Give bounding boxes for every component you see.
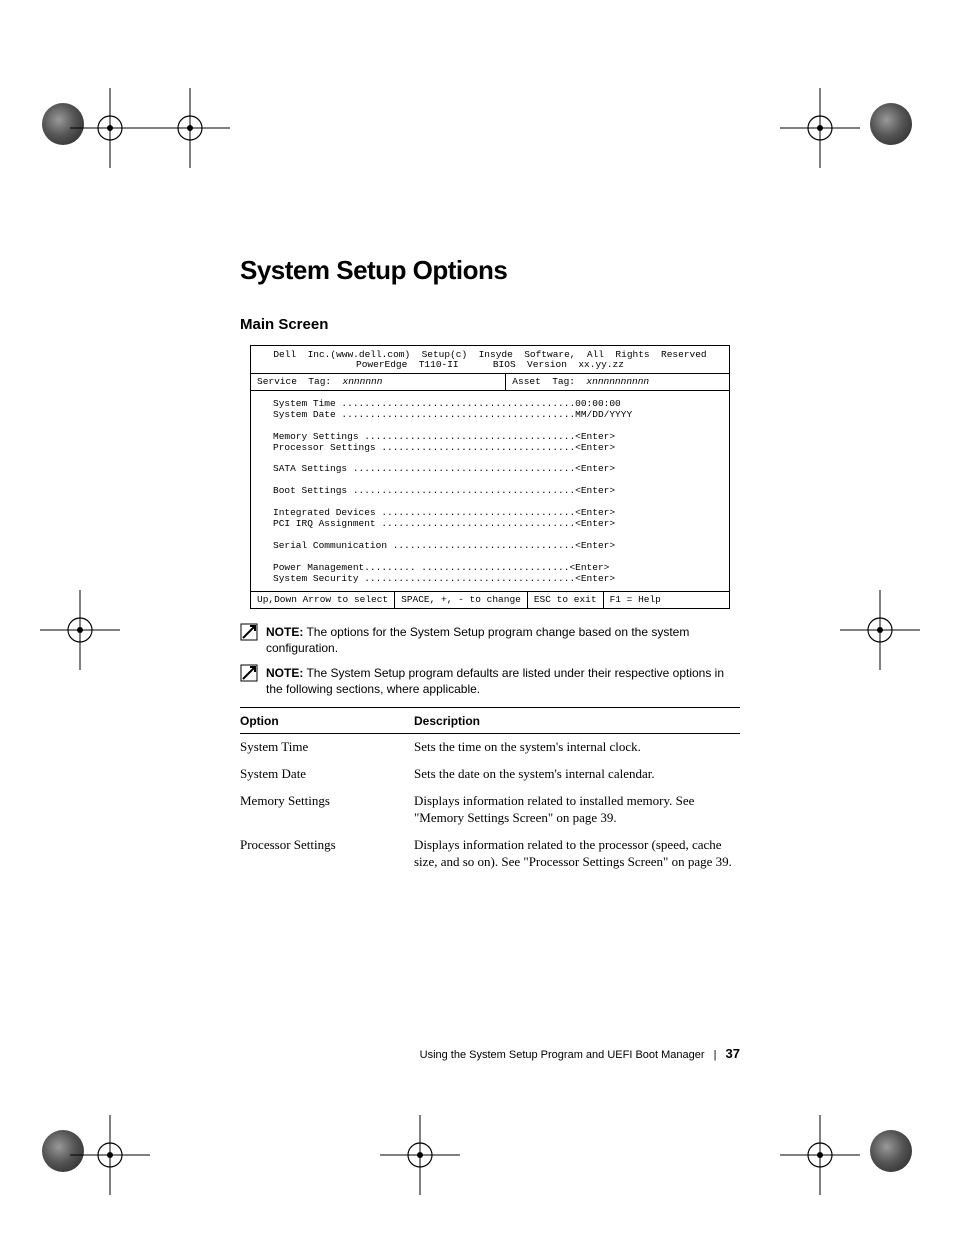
option-name: System Time	[240, 734, 414, 761]
table-row: System Time Sets the time on the system'…	[240, 734, 740, 761]
service-tag-value: xnnnnnn	[343, 376, 383, 387]
bios-hint-nav: Up,Down Arrow to select	[251, 592, 395, 608]
print-mark-globe	[870, 1130, 912, 1172]
bios-header-line2: PowerEdge T110-II BIOS Version xx.yy.zz	[356, 359, 624, 370]
bios-hint-exit: ESC to exit	[528, 592, 604, 608]
option-desc: Displays information related to the proc…	[414, 832, 740, 876]
option-name: System Date	[240, 761, 414, 788]
bios-hint-help: F1 = Help	[604, 592, 667, 608]
page-footer: Using the System Setup Program and UEFI …	[240, 1046, 740, 1061]
col-option: Option	[240, 708, 414, 734]
options-table: Option Description System Time Sets the …	[240, 707, 740, 875]
bios-menu-body: System Time ............................…	[251, 391, 729, 592]
registration-mark	[70, 88, 150, 168]
registration-mark	[780, 1115, 860, 1195]
option-name: Processor Settings	[240, 832, 414, 876]
note-body: The System Setup program defaults are li…	[266, 666, 724, 696]
bios-main-screen: Dell Inc.(www.dell.com) Setup(c) Insyde …	[250, 345, 730, 609]
asset-tag-value: xnnnnnnnnnn	[586, 376, 649, 387]
note-icon	[240, 623, 258, 641]
bios-tag-row: Service Tag: xnnnnnn Asset Tag: xnnnnnnn…	[251, 374, 729, 391]
registration-mark	[40, 590, 120, 670]
asset-tag-label: Asset Tag:	[512, 376, 586, 387]
note-block: NOTE: The options for the System Setup p…	[240, 623, 740, 656]
service-tag-label: Service Tag:	[257, 376, 343, 387]
table-row: Memory Settings Displays information rel…	[240, 788, 740, 832]
page-content: System Setup Options Main Screen Dell In…	[240, 255, 740, 876]
option-desc: Sets the date on the system's internal c…	[414, 761, 740, 788]
note-label: NOTE:	[266, 625, 303, 639]
page-number: 37	[726, 1046, 740, 1061]
bios-header: Dell Inc.(www.dell.com) Setup(c) Insyde …	[251, 346, 729, 374]
table-row: System Date Sets the date on the system'…	[240, 761, 740, 788]
table-row: Processor Settings Displays information …	[240, 832, 740, 876]
note-body: The options for the System Setup program…	[266, 625, 689, 655]
note-icon	[240, 664, 258, 682]
asset-tag-cell: Asset Tag: xnnnnnnnnnn	[506, 374, 729, 390]
registration-mark	[150, 88, 230, 168]
bios-footer: Up,Down Arrow to select SPACE, +, - to c…	[251, 592, 729, 608]
note-block: NOTE: The System Setup program defaults …	[240, 664, 740, 697]
registration-mark	[840, 590, 920, 670]
page-title: System Setup Options	[240, 255, 740, 286]
option-desc: Displays information related to installe…	[414, 788, 740, 832]
note-label: NOTE:	[266, 666, 303, 680]
registration-mark	[380, 1115, 460, 1195]
service-tag-cell: Service Tag: xnnnnnn	[251, 374, 506, 390]
section-title: Main Screen	[240, 316, 740, 333]
footer-separator: |	[714, 1049, 717, 1061]
bios-hint-change: SPACE, +, - to change	[395, 592, 528, 608]
col-description: Description	[414, 708, 740, 734]
registration-mark	[780, 88, 860, 168]
print-mark-globe	[870, 103, 912, 145]
registration-mark	[70, 1115, 150, 1195]
footer-chapter: Using the System Setup Program and UEFI …	[420, 1049, 705, 1061]
option-desc: Sets the time on the system's internal c…	[414, 734, 740, 761]
option-name: Memory Settings	[240, 788, 414, 832]
note-text: NOTE: The System Setup program defaults …	[266, 664, 740, 697]
note-text: NOTE: The options for the System Setup p…	[266, 623, 740, 656]
